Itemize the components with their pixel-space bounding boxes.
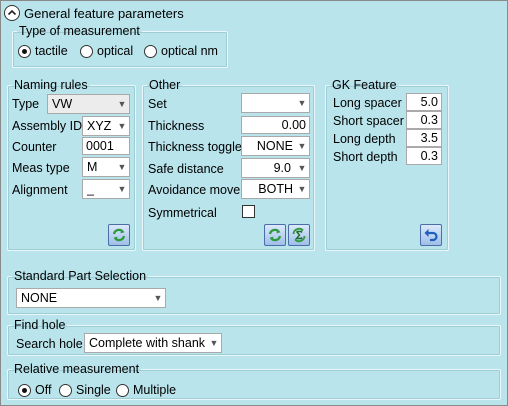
refresh-button[interactable] — [108, 224, 130, 246]
undo-button[interactable] — [420, 224, 442, 246]
radio-multiple[interactable]: Multiple — [116, 383, 176, 397]
radio-dot[interactable] — [80, 44, 93, 58]
refresh-icon — [268, 228, 282, 242]
section-title: General feature parameters — [24, 5, 184, 21]
refresh-icon — [112, 228, 126, 242]
alignment-select[interactable]: _ ▼ — [82, 179, 130, 199]
gk-feature-legend: GK Feature — [332, 78, 397, 92]
search-hole-value: Complete with shank — [89, 336, 206, 350]
search-hole-select[interactable]: Complete with shank ▼ — [84, 333, 222, 353]
safe-distance-select[interactable]: 9.0 ▼ — [241, 158, 310, 178]
long-depth-label: Long depth — [333, 132, 396, 146]
thickness-input[interactable]: 0.00 — [241, 116, 310, 134]
meas-type-value: M — [87, 160, 98, 174]
chevron-up-icon[interactable] — [4, 5, 20, 21]
radio-dot-selected[interactable] — [18, 383, 31, 397]
refresh-other-button[interactable] — [264, 224, 286, 246]
radio-single-label: Single — [76, 383, 111, 397]
radio-optical-nm-label: optical nm — [161, 44, 218, 58]
chevron-down-icon[interactable]: ▼ — [115, 99, 129, 109]
assembly-id-select[interactable]: XYZ ▼ — [82, 116, 130, 136]
thickness-label: Thickness — [148, 119, 205, 133]
find-hole-legend: Find hole — [14, 318, 66, 332]
symmetrical-checkbox[interactable] — [242, 205, 255, 218]
long-spacer-label: Long spacer — [333, 96, 402, 110]
standard-part-select[interactable]: NONE ▼ — [16, 288, 166, 308]
radio-dot-selected[interactable] — [18, 44, 31, 58]
safe-distance-label: Safe distance — [148, 162, 224, 176]
long-depth-input[interactable]: 3.5 — [406, 129, 442, 147]
alignment-value: _ — [87, 182, 94, 196]
short-spacer-label: Short spacer — [333, 114, 404, 128]
search-hole-label: Search hole — [16, 337, 83, 351]
thickness-toggle-value: NONE — [256, 139, 293, 153]
radio-tactile[interactable]: tactile — [18, 44, 68, 58]
chevron-down-icon[interactable]: ▼ — [115, 184, 129, 194]
chevron-down-icon[interactable]: ▼ — [295, 98, 309, 108]
standard-part-legend: Standard Part Selection — [14, 269, 147, 283]
thickness-toggle-label: Thickness toggle — [148, 140, 242, 154]
set-select[interactable]: ▼ — [241, 93, 310, 113]
type-label: Type — [12, 97, 40, 111]
sum-refresh-button[interactable] — [288, 224, 310, 246]
meas-type-select[interactable]: M ▼ — [82, 157, 130, 177]
avoidance-move-value: BOTH — [258, 182, 293, 196]
radio-single[interactable]: Single — [59, 383, 111, 397]
symmetrical-label: Symmetrical — [148, 206, 217, 220]
undo-icon — [424, 229, 438, 242]
type-select-value: VW — [52, 97, 73, 111]
chevron-down-icon[interactable]: ▼ — [207, 338, 221, 348]
radio-optical-nm[interactable]: optical nm — [144, 44, 218, 58]
set-label: Set — [148, 97, 167, 111]
radio-optical[interactable]: optical — [80, 44, 133, 58]
short-spacer-input[interactable]: 0.3 — [406, 111, 442, 129]
chevron-down-icon[interactable]: ▼ — [295, 141, 309, 151]
radio-dot[interactable] — [144, 44, 157, 58]
standard-part-value: NONE — [21, 291, 58, 305]
short-depth-label: Short depth — [333, 150, 398, 164]
chevron-down-icon[interactable]: ▼ — [295, 184, 309, 194]
avoidance-move-select[interactable]: BOTH ▼ — [241, 179, 310, 199]
radio-dot[interactable] — [116, 383, 129, 397]
radio-multiple-label: Multiple — [133, 383, 177, 397]
thickness-toggle-select[interactable]: NONE ▼ — [241, 136, 310, 156]
radio-optical-label: optical — [97, 44, 134, 58]
short-depth-input[interactable]: 0.3 — [406, 147, 442, 165]
assembly-id-value: XYZ — [87, 119, 112, 133]
chevron-down-icon[interactable]: ▼ — [115, 162, 129, 172]
chevron-down-icon[interactable]: ▼ — [151, 293, 165, 303]
counter-label: Counter — [12, 140, 57, 154]
naming-rules-legend: Naming rules — [14, 78, 88, 92]
other-legend: Other — [149, 78, 181, 92]
radio-off-label: Off — [35, 383, 52, 397]
chevron-down-icon[interactable]: ▼ — [295, 163, 309, 173]
radio-off[interactable]: Off — [18, 383, 51, 397]
radio-tactile-label: tactile — [35, 44, 68, 58]
counter-input[interactable]: 0001 — [82, 137, 130, 155]
chevron-down-icon[interactable]: ▼ — [115, 121, 129, 131]
radio-dot[interactable] — [59, 383, 72, 397]
sigma-refresh-icon — [292, 227, 306, 243]
assembly-id-label: Assembly ID — [12, 119, 83, 133]
type-select[interactable]: VW ▼ — [47, 94, 130, 114]
meas-type-label: Meas type — [12, 161, 70, 175]
avoidance-move-label: Avoidance move — [148, 183, 241, 197]
safe-distance-value: 9.0 — [273, 161, 291, 175]
type-of-measurement-legend: Type of measurement — [19, 24, 140, 38]
long-spacer-input[interactable]: 5.0 — [406, 93, 442, 111]
section-header[interactable]: General feature parameters — [4, 3, 184, 23]
alignment-label: Alignment — [12, 183, 68, 197]
relative-measurement-legend: Relative measurement — [14, 362, 140, 376]
